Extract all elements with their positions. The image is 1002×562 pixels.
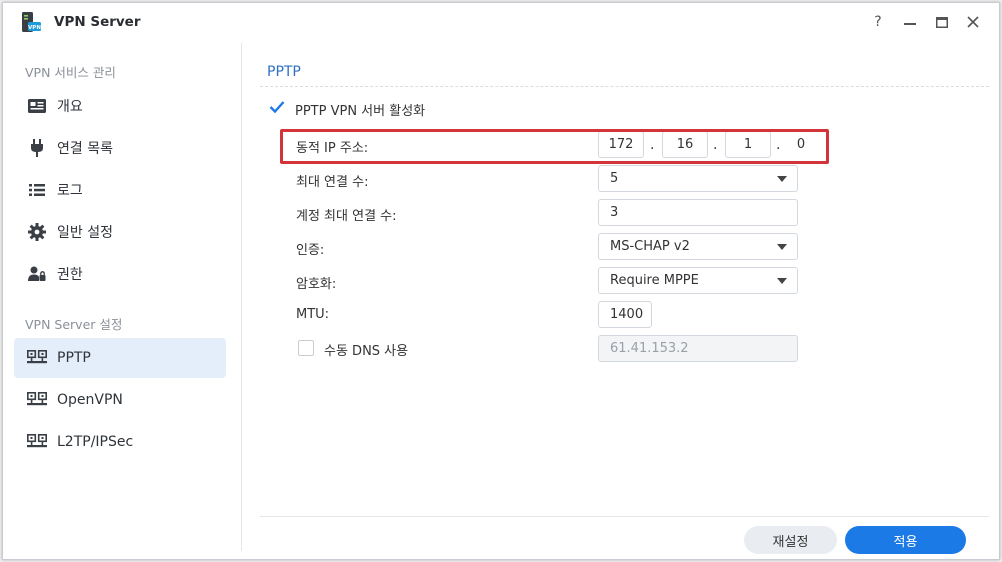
sidebar-item-label: OpenVPN [57,392,123,408]
sidebar-item-label: 개요 [57,99,83,115]
sidebar-item-label: 연결 목록 [57,141,113,157]
account-max-connections-input[interactable]: 3 [598,199,798,226]
network-icon [27,432,47,452]
user-permission-icon [27,264,47,284]
sidebar-item-label: 로그 [57,183,83,199]
close-icon[interactable] [963,12,983,32]
title-bar: VPN VPN Server ? [3,3,999,41]
sidebar-item-label: 권한 [57,267,83,283]
sidebar: VPN 서비스 관리 개요 연결 목록 로그 일반 설정 권한 VPN Serv… [3,43,242,551]
svg-text:VPN: VPN [28,25,41,31]
manual-dns-label: 수동 DNS 사용 [324,344,409,359]
vpn-server-window: VPN VPN Server ? VPN 서비스 관리 개요 연결 목록 로그 … [2,2,1000,560]
manual-dns-input[interactable]: 61.41.153.2 [598,335,798,362]
sidebar-item-label: 일반 설정 [57,225,113,241]
sidebar-section-vpn-server-settings: VPN Server 설정 [25,317,123,332]
section-divider [260,86,989,87]
chevron-down-icon [777,278,787,284]
apply-button[interactable]: 적용 [845,526,966,554]
sidebar-item-general-settings[interactable]: 일반 설정 [14,212,226,252]
mtu-label: MTU: [296,307,330,322]
authentication-value: MS-CHAP v2 [610,239,690,254]
sidebar-item-overview[interactable]: 개요 [14,86,226,126]
maximize-icon[interactable] [932,12,952,32]
sidebar-section-vpn-service: VPN 서비스 관리 [25,65,116,80]
footer-divider [260,516,989,517]
encryption-value: Require MPPE [610,273,699,288]
chevron-down-icon [777,244,787,250]
minimize-icon[interactable] [900,12,920,32]
sidebar-item-connection-list[interactable]: 연결 목록 [14,128,226,168]
reset-button[interactable]: 재설정 [744,526,837,554]
network-icon [27,390,47,410]
encryption-select[interactable]: Require MPPE [598,267,798,294]
sidebar-item-pptp[interactable]: PPTP [14,338,226,378]
sidebar-item-label: PPTP [57,350,91,366]
gear-icon [27,222,47,242]
pptp-settings-panel: PPTP PPTP VPN 서버 활성화 동적 IP 주소: 172 . 16 … [243,43,999,559]
sidebar-item-log[interactable]: 로그 [14,170,226,210]
sidebar-item-openvpn[interactable]: OpenVPN [14,380,226,420]
max-connections-select[interactable]: 5 [598,165,798,192]
enable-pptp-checkbox[interactable] [269,99,285,115]
manual-dns-checkbox[interactable] [298,340,314,356]
chevron-down-icon [777,176,787,182]
plug-icon [27,138,47,158]
account-max-connections-label: 계정 최대 연결 수: [296,209,397,224]
mtu-input[interactable]: 1400 [598,301,652,328]
authentication-select[interactable]: MS-CHAP v2 [598,233,798,260]
sidebar-item-label: L2TP/IPSec [57,434,134,450]
list-icon [27,180,47,200]
sidebar-item-permission[interactable]: 권한 [14,254,226,294]
network-icon [27,348,47,368]
overview-icon [27,96,47,116]
window-title: VPN Server [54,14,141,30]
max-connections-label: 최대 연결 수: [296,175,369,190]
help-icon[interactable]: ? [868,12,888,32]
encryption-label: 암호화: [296,277,337,292]
max-connections-value: 5 [610,171,619,186]
enable-pptp-label: PPTP VPN 서버 활성화 [295,104,426,119]
section-title: PPTP [267,64,301,80]
checkmark-icon [269,101,285,114]
vpn-app-icon: VPN [22,12,41,32]
sidebar-item-l2tp-ipsec[interactable]: L2TP/IPSec [14,422,226,462]
highlight-box [280,129,829,164]
authentication-label: 인증: [296,243,325,258]
